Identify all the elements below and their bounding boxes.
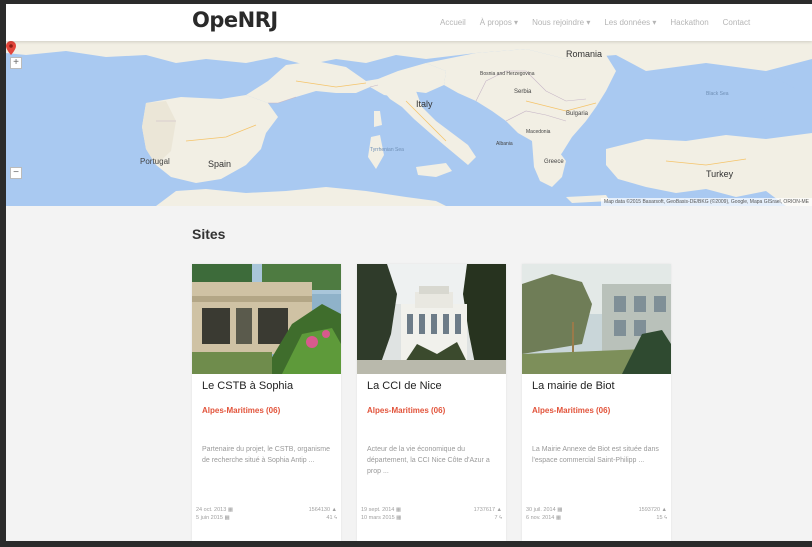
bolt-icon: ϟ — [499, 515, 502, 521]
views-count: 1564130 — [308, 507, 331, 513]
calendar-icon: ▦ — [224, 515, 230, 521]
map-label-turkey: Turkey — [706, 169, 734, 179]
site-card-title[interactable]: Le CSTB à Sophia — [202, 380, 293, 392]
nav-item-hackathon[interactable]: Hackathon — [670, 18, 708, 27]
site-card-region[interactable]: Alpes-Maritimes (06) — [532, 406, 610, 415]
site-logo[interactable]: OpeNRJ — [192, 8, 278, 32]
zoom-out-button[interactable]: − — [10, 167, 22, 179]
nav-item-accueil[interactable]: Accueil — [440, 18, 466, 27]
nav-item-nous-rejoindre[interactable]: Nous rejoindre ▾ — [532, 18, 590, 27]
site-card-title[interactable]: La CCI de Nice — [367, 380, 442, 392]
site-card-cstb[interactable]: Le CSTB à Sophia Alpes-Maritimes (06) Pa… — [192, 264, 341, 541]
browser-page: OpeNRJ Accueil À propos ▾ Nous rejoindre… — [6, 4, 812, 541]
date-updated: 5 juin 2015 — [196, 515, 223, 521]
map-label-greece: Greece — [544, 159, 564, 165]
site-card-region[interactable]: Alpes-Maritimes (06) — [202, 406, 280, 415]
map-label-black-sea: Black Sea — [706, 91, 729, 97]
date-created: 19 sept. 2014 — [361, 507, 395, 513]
top-navbar: OpeNRJ Accueil À propos ▾ Nous rejoindre… — [6, 4, 812, 41]
map-attribution: Map data ©2015 Basarsoft, GeoBasis-DE/BK… — [601, 198, 812, 206]
date-updated: 10 mars 2015 — [361, 515, 395, 521]
user-icon: ▲ — [496, 507, 502, 513]
site-card-dates: 24 oct. 2013 ▦ 5 juin 2015 ▦ — [196, 506, 233, 522]
nav-item-a-propos[interactable]: À propos ▾ — [480, 18, 518, 27]
site-card-cci-nice[interactable]: La CCI de Nice Alpes-Maritimes (06) Acte… — [357, 264, 506, 541]
site-card-dates: 19 sept. 2014 ▦ 10 mars 2015 ▦ — [361, 506, 401, 522]
site-photo-cci-nice — [357, 264, 506, 374]
map-label-tyrrhenian-sea: Tyrrhenian Sea — [370, 147, 404, 153]
calendar-icon: ▦ — [396, 515, 402, 521]
user-icon: ▲ — [331, 507, 337, 513]
map-label-romania: Romania — [566, 49, 603, 59]
site-card-description: Acteur de la vie économique du départeme… — [367, 446, 490, 475]
site-card-description: La Mairie Annexe de Biot est située dans… — [532, 446, 659, 464]
nav-item-contact[interactable]: Contact — [723, 18, 751, 27]
views-count: 1737617 — [473, 507, 496, 513]
site-card-title[interactable]: La mairie de Biot — [532, 380, 615, 392]
map-label-bosnia: Bosnia and Herzegovina — [480, 71, 535, 77]
map-land — [6, 41, 812, 206]
date-updated: 6 nov. 2014 — [526, 515, 555, 521]
date-created: 24 oct. 2013 — [196, 507, 227, 513]
logo-text: OpeNRJ — [192, 8, 278, 32]
sites-heading: Sites — [192, 226, 226, 242]
zoom-in-button[interactable]: + — [10, 57, 22, 69]
map-marker-icon[interactable] — [6, 41, 16, 55]
site-photo-cstb — [192, 264, 341, 374]
nav-item-les-donnees[interactable]: Les données ▾ — [604, 18, 656, 27]
map-label-bulgaria: Bulgaria — [566, 111, 589, 117]
calendar-icon: ▦ — [227, 507, 234, 513]
site-card-mairie-biot[interactable]: La mairie de Biot Alpes-Maritimes (06) L… — [522, 264, 671, 541]
items-count: 41 — [326, 515, 333, 521]
map-label-spain: Spain — [208, 159, 232, 169]
items-count: 7 — [494, 515, 498, 521]
user-icon: ▲ — [661, 507, 667, 513]
main-nav: Accueil À propos ▾ Nous rejoindre ▾ Les … — [440, 18, 750, 27]
date-created: 30 juil. 2014 — [526, 507, 556, 513]
site-card-description: Partenaire du projet, le CSTB, organisme… — [202, 446, 331, 464]
map-label-macedonia: Macedonia — [526, 129, 551, 135]
calendar-icon: ▦ — [557, 507, 563, 513]
site-card-stats: 1737617 ▲ 7 ϟ — [474, 506, 502, 522]
map-label-portugal: Portugal — [140, 157, 170, 166]
calendar-icon: ▦ — [555, 515, 562, 521]
bolt-icon: ϟ — [334, 515, 337, 521]
site-card-stats: 1593720 ▲ 15 ϟ — [639, 506, 667, 522]
map-label-italy: Italy — [416, 99, 433, 109]
site-card-dates: 30 juil. 2014 ▦ 6 nov. 2014 ▦ — [526, 506, 562, 522]
items-count: 15 — [656, 515, 663, 521]
site-photo-mairie-biot — [522, 264, 671, 374]
bolt-icon: ϟ — [664, 515, 667, 521]
calendar-icon: ▦ — [395, 507, 402, 513]
site-card-stats: 1564130 ▲ 41 ϟ — [309, 506, 337, 522]
views-count: 1593720 — [638, 507, 661, 513]
map-label-albania: Albania — [496, 141, 513, 147]
site-card-region[interactable]: Alpes-Maritimes (06) — [367, 406, 445, 415]
sites-map[interactable]: Romania Italy Spain Portugal Turkey Bulg… — [6, 41, 812, 206]
map-label-serbia: Serbia — [514, 89, 532, 95]
